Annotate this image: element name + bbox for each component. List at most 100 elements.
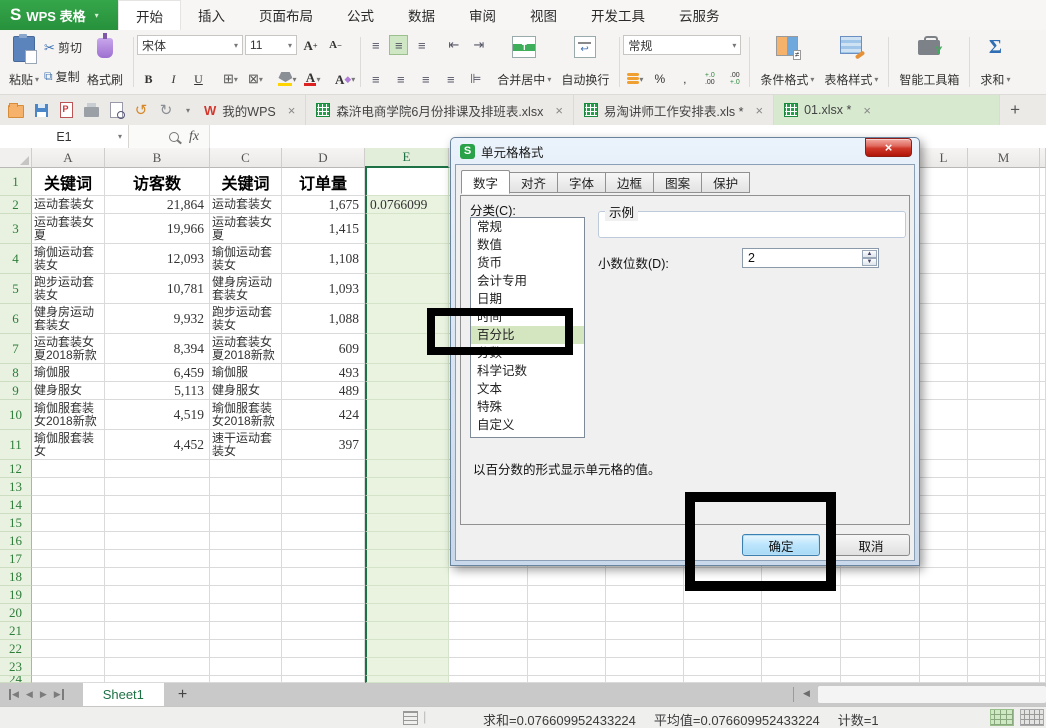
conditional-format-button[interactable]: 条件格式▾ [755, 33, 819, 91]
cell-N4[interactable] [1040, 244, 1046, 274]
cell-N5[interactable] [1040, 274, 1046, 304]
file-tab-3[interactable]: 易淘讲师工作安排表.xls *× [574, 95, 774, 125]
cell-E9[interactable] [365, 382, 449, 400]
close-tab-icon[interactable]: × [863, 103, 871, 118]
cell-M3[interactable] [968, 214, 1040, 244]
cell-D12[interactable] [282, 460, 365, 478]
first-sheet-icon[interactable]: ◀ [9, 689, 19, 700]
row-header-4[interactable]: 4 [0, 244, 32, 274]
row-header-19[interactable]: 19 [0, 586, 32, 604]
cell-D11[interactable]: 397 [282, 430, 365, 460]
cell-M19[interactable] [968, 586, 1040, 604]
cut-button[interactable]: 剪切 [44, 38, 82, 58]
cell-E23[interactable] [365, 658, 449, 676]
cell-G24[interactable] [528, 676, 606, 683]
cell-L10[interactable] [920, 400, 968, 430]
close-tab-icon[interactable]: × [555, 103, 563, 118]
cell-C15[interactable] [210, 514, 282, 532]
name-box[interactable]: E1▾ [0, 125, 129, 148]
cell-N24[interactable] [1040, 676, 1046, 683]
cell-L17[interactable] [920, 550, 968, 568]
cell-M23[interactable] [968, 658, 1040, 676]
close-tab-icon[interactable]: × [288, 103, 296, 118]
cell-N3[interactable] [1040, 214, 1046, 244]
cell-I20[interactable] [684, 604, 762, 622]
spinner-down-icon[interactable]: ▼ [862, 258, 877, 266]
cell-J24[interactable] [762, 676, 841, 683]
clear-format-button[interactable]: A◆▾ [333, 69, 357, 89]
cell-A6[interactable]: 健身房运动套装女 [32, 304, 105, 334]
cell-F24[interactable] [449, 676, 528, 683]
category-item-日期[interactable]: 日期 [471, 290, 584, 308]
cell-D2[interactable]: 1,675 [282, 196, 365, 214]
next-sheet-icon[interactable]: ▶ [40, 689, 47, 700]
cell-M4[interactable] [968, 244, 1040, 274]
cell-E18[interactable] [365, 568, 449, 586]
dialog-tab-保护[interactable]: 保护 [702, 172, 750, 193]
cell-D23[interactable] [282, 658, 365, 676]
align-bottom-icon[interactable]: ≡ [410, 35, 433, 55]
cell-I22[interactable] [684, 640, 762, 658]
cell-E19[interactable] [365, 586, 449, 604]
cell-L5[interactable] [920, 274, 968, 304]
cell-M13[interactable] [968, 478, 1040, 496]
cell-F23[interactable] [449, 658, 528, 676]
cell-G20[interactable] [528, 604, 606, 622]
cell-C10[interactable]: 瑜伽服套装女2018新款 [210, 400, 282, 430]
wps-logo[interactable]: S WPS 表格 ▾ [0, 0, 118, 30]
cell-K23[interactable] [841, 658, 920, 676]
cell-M5[interactable] [968, 274, 1040, 304]
fill-color-button[interactable]: ▾ [276, 69, 299, 89]
smart-toolbox-button[interactable]: 智能工具箱 [894, 33, 964, 91]
cell-N17[interactable] [1040, 550, 1046, 568]
column-header-D[interactable]: D [282, 148, 365, 168]
cell-B22[interactable] [105, 640, 210, 658]
file-tab-4[interactable]: 01.xlsx *× [774, 95, 1000, 125]
column-header-C[interactable]: C [210, 148, 282, 168]
category-item-自定义[interactable]: 自定义 [471, 416, 584, 434]
cell-I21[interactable] [684, 622, 762, 640]
cell-B20[interactable] [105, 604, 210, 622]
row-header-18[interactable]: 18 [0, 568, 32, 586]
cell-D10[interactable]: 424 [282, 400, 365, 430]
dialog-tab-对齐[interactable]: 对齐 [510, 172, 558, 193]
row-header-20[interactable]: 20 [0, 604, 32, 622]
menu-tab-插入[interactable]: 插入 [181, 0, 242, 30]
column-header-M[interactable]: M [968, 148, 1040, 168]
row-header-3[interactable]: 3 [0, 214, 32, 244]
file-tab-2[interactable]: 森浒电商学院6月份排课及排班表.xlsx× [306, 95, 574, 125]
last-sheet-icon[interactable]: ▶ [54, 689, 64, 700]
cell-E8[interactable] [365, 364, 449, 382]
cell-L8[interactable] [920, 364, 968, 382]
cell-D3[interactable]: 1,415 [282, 214, 365, 244]
cell-M11[interactable] [968, 430, 1040, 460]
cell-A12[interactable] [32, 460, 105, 478]
cell-C21[interactable] [210, 622, 282, 640]
cell-M7[interactable] [968, 334, 1040, 364]
cell-E12[interactable] [365, 460, 449, 478]
cell-I23[interactable] [684, 658, 762, 676]
cell-B6[interactable]: 9,932 [105, 304, 210, 334]
cell-M18[interactable] [968, 568, 1040, 586]
open-file-icon[interactable] [8, 102, 24, 118]
cell-A3[interactable]: 运动套装女夏 [32, 214, 105, 244]
cell-C17[interactable] [210, 550, 282, 568]
cell-E13[interactable] [365, 478, 449, 496]
cell-B13[interactable] [105, 478, 210, 496]
decimal-places-input[interactable]: 2 ▲ ▼ [742, 248, 879, 268]
row-header-8[interactable]: 8 [0, 364, 32, 382]
customize-toolbar-icon[interactable]: ▾ [182, 95, 194, 125]
cell-B2[interactable]: 21,864 [105, 196, 210, 214]
cell-A8[interactable]: 瑜伽服 [32, 364, 105, 382]
cell-M12[interactable] [968, 460, 1040, 478]
cell-M10[interactable] [968, 400, 1040, 430]
cell-N12[interactable] [1040, 460, 1046, 478]
dialog-titlebar[interactable]: S 单元格格式 [451, 138, 919, 164]
format-painter-button[interactable]: 格式刷 [82, 33, 128, 91]
cell-E17[interactable] [365, 550, 449, 568]
font-family-select[interactable]: 宋体▾ [137, 35, 243, 55]
align-left-icon[interactable]: ≡ [364, 69, 387, 89]
sum-button[interactable]: Σ 求和▾ [975, 33, 1015, 91]
cell-H22[interactable] [606, 640, 684, 658]
cell-L15[interactable] [920, 514, 968, 532]
